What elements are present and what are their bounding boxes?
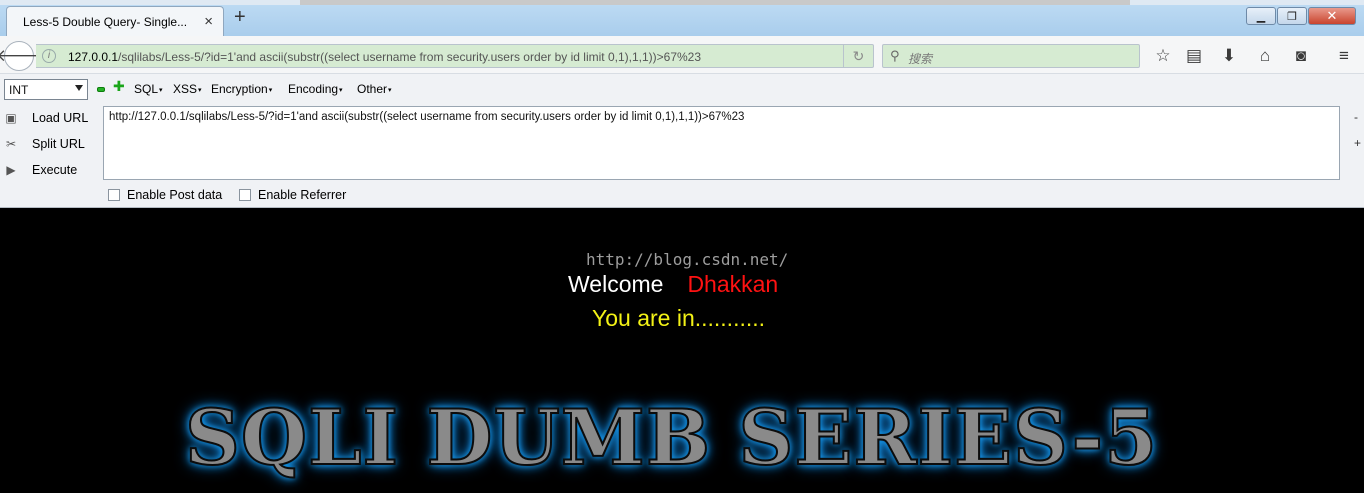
- menu-encoding[interactable]: Encoding▾: [288, 82, 343, 96]
- maximize-button[interactable]: ❐: [1277, 7, 1307, 25]
- welcome-text: Welcome: [568, 271, 664, 297]
- type-select-value: INT: [9, 83, 29, 97]
- nav-bar: 🡐 i 127.0.0.1/sqlilabs/Less-5/?id=1'and …: [0, 36, 1364, 74]
- url-bar[interactable]: i 127.0.0.1/sqlilabs/Less-5/?id=1'and as…: [36, 44, 874, 68]
- menu-sql[interactable]: SQL▾: [134, 82, 163, 96]
- enable-referrer-checkbox[interactable]: Enable Referrer: [239, 188, 346, 202]
- tab-close-icon[interactable]: ×: [204, 13, 213, 30]
- title-strip: [0, 0, 1364, 5]
- decrease-icon[interactable]: [97, 87, 105, 92]
- url-textarea-value: http://127.0.0.1/sqlilabs/Less-5/?id=1'a…: [109, 111, 745, 123]
- info-icon[interactable]: i: [42, 49, 56, 63]
- menu-other-label: Other: [357, 82, 388, 96]
- minimize-button[interactable]: ▁: [1246, 7, 1276, 25]
- split-url-icon: ✂: [5, 137, 17, 151]
- welcome-name: Dhakkan: [687, 271, 779, 297]
- enable-referrer-box[interactable]: [239, 189, 251, 201]
- welcome-line: Welcome Dhakkan: [568, 271, 778, 298]
- url-host: 127.0.0.1: [68, 50, 119, 64]
- download-icon[interactable]: ⬇: [1218, 45, 1240, 67]
- load-url-label: Load URL: [32, 111, 89, 125]
- menu-icon[interactable]: ≡: [1333, 45, 1355, 67]
- title-bar: Less-5 Double Query- Single... × + ▁ ❐ ✕: [0, 0, 1364, 36]
- load-url-button[interactable]: ▣ Load URL: [0, 107, 100, 129]
- search-icon: ⚲: [890, 48, 900, 63]
- execute-icon: ▶: [6, 163, 16, 177]
- hackbar-panel: INT ✚ SQL▾ XSS▾ Encryption▾ Encoding▾ Ot…: [0, 74, 1364, 208]
- execute-button[interactable]: ▶ Execute: [0, 159, 100, 181]
- menu-encoding-label: Encoding: [288, 82, 339, 96]
- new-tab-icon[interactable]: +: [234, 7, 246, 27]
- execute-label: Execute: [32, 163, 78, 177]
- reading-list-icon[interactable]: ▤: [1183, 45, 1205, 67]
- load-url-icon: ▣: [5, 111, 17, 125]
- window-controls: ▁ ❐ ✕: [1245, 7, 1356, 25]
- watermark: http://blog.csdn.net/: [586, 250, 789, 269]
- menu-other[interactable]: Other▾: [357, 82, 392, 96]
- menu-xss[interactable]: XSS▾: [173, 82, 202, 96]
- menu-xss-label: XSS: [173, 82, 198, 96]
- split-url-button[interactable]: ✂ Split URL: [0, 133, 100, 155]
- pocket-icon[interactable]: ◙: [1290, 45, 1312, 67]
- url-textarea[interactable]: http://127.0.0.1/sqlilabs/Less-5/?id=1'a…: [103, 106, 1340, 180]
- back-button[interactable]: 🡐: [0, 41, 42, 71]
- search-placeholder: 搜索: [908, 52, 933, 66]
- increase-icon[interactable]: ✚: [113, 79, 125, 93]
- search-bar[interactable]: ⚲ 搜索: [882, 44, 1140, 68]
- enable-post-box[interactable]: [108, 189, 120, 201]
- home-icon[interactable]: ⌂: [1254, 45, 1276, 67]
- tab-title: Less-5 Double Query- Single...: [23, 15, 188, 29]
- star-icon[interactable]: ☆: [1152, 45, 1174, 67]
- menu-encryption-label: Encryption: [211, 82, 268, 96]
- series-logo: SQLI DUMB SERIES-5: [184, 393, 1159, 482]
- url-path: /sqlilabs/Less-5/?id=1'and ascii(substr(…: [118, 50, 702, 64]
- close-window-button[interactable]: ✕: [1308, 7, 1356, 25]
- textarea-shrink-button[interactable]: -: [1354, 110, 1358, 124]
- reload-icon[interactable]: ↻: [843, 45, 873, 67]
- status-message: You are in...........: [592, 305, 766, 331]
- type-select[interactable]: INT: [4, 79, 88, 100]
- enable-referrer-label: Enable Referrer: [258, 188, 347, 202]
- chevron-down-icon: [75, 85, 83, 91]
- menu-sql-label: SQL: [134, 82, 159, 96]
- enable-post-label: Enable Post data: [127, 188, 223, 202]
- split-url-label: Split URL: [32, 137, 85, 151]
- browser-tab[interactable]: Less-5 Double Query- Single... ×: [6, 6, 224, 36]
- menu-encryption[interactable]: Encryption▾: [211, 82, 272, 96]
- title-strip-shade: [300, 0, 1130, 5]
- page-content: http://blog.csdn.net/ Welcome Dhakkan You…: [0, 208, 1364, 493]
- textarea-grow-button[interactable]: +: [1354, 136, 1361, 150]
- enable-post-checkbox[interactable]: Enable Post data: [108, 188, 222, 202]
- url-text: 127.0.0.1/sqlilabs/Less-5/?id=1'and asci…: [68, 50, 701, 64]
